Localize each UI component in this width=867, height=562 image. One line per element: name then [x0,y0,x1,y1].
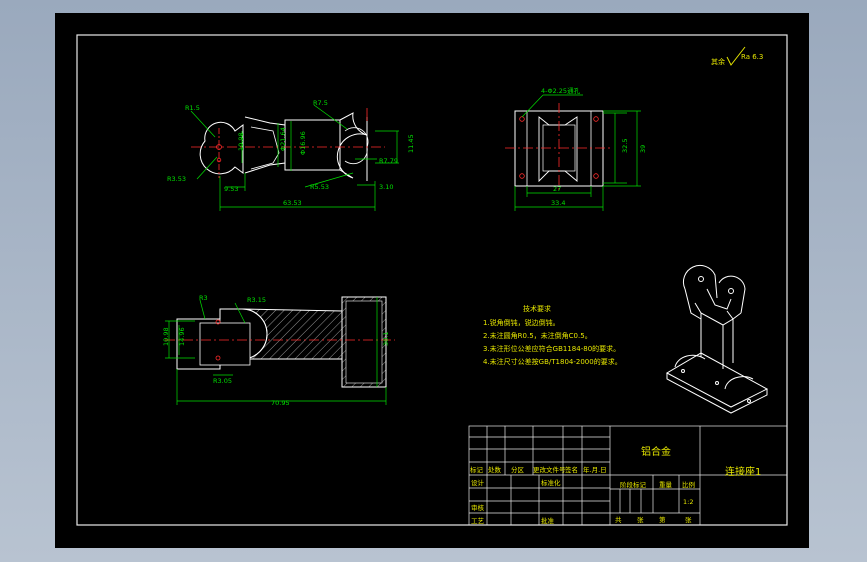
drawing-sheet: 其余 Ra 6.3 R1.5 R7.5 10.98 Φ21.64 Φ16.96 … [55,13,809,548]
roughness-symbol: 其余 Ra 6.3 [711,46,763,66]
inner-frame [76,34,788,526]
technical-requirements: 技术要求 1.锐角倒钝，锐边倒钝。 2.未注圆角R0.5，未注倒角C0.5。 3… [483,304,622,366]
sec-dim-h1: 10.98 [162,327,170,346]
roughness-note: 其余 [711,57,725,66]
tb-sheet-unit2: 张 [685,515,692,524]
tb-stage-mark: 阶段标记 [620,480,647,489]
tb-scale-value: 1:2 [683,498,693,506]
tb-row-standard: 标准化 [541,478,561,487]
sec-dim-flange: 30.1 [382,332,390,346]
top-dim-inner-w: 27 [553,185,561,193]
top-hole-label: 4-Φ2.25通孔 [541,86,581,95]
top-view: 4-Φ2.25通孔 32.5 39 27 33.4 [505,86,647,211]
tb-weight: 重量 [659,481,673,489]
dim-total: 63.53 [283,199,302,207]
sec-dim-total: 70.95 [271,399,290,407]
sec-dim-r1: R3 [199,294,208,302]
title-block: 标记 处数 分区 更改文件号 签名 年.月.日 设计 标准化 审核 工艺 批准 … [468,425,788,526]
tb-col-zone: 分区 [511,465,525,474]
tb-col-doc: 更改文件号 [533,465,566,474]
dim-r3: R3.53 [167,175,186,183]
dim-r5: R7.79 [379,157,398,165]
tb-scale: 比例 [682,480,695,489]
dim-dia-b: Φ16.96 [299,131,307,155]
dim-dia-a: Φ21.64 [279,127,287,151]
tb-row-check: 审核 [471,503,485,512]
tb-row-approve: 批准 [541,516,555,525]
dim-right: 11.45 [407,134,415,153]
tb-material: 铝合金 [641,445,671,458]
top-dim-outer-h: 39 [639,145,647,153]
drawing-canvas: 其余 Ra 6.3 R1.5 R7.5 10.98 Φ21.64 Φ16.96 … [76,34,788,526]
tech-req-item: 1.锐角倒钝，锐边倒钝。 [483,318,560,327]
dim-r2: R7.5 [313,99,328,107]
cad-viewport: 其余 Ra 6.3 R1.5 R7.5 10.98 Φ21.64 Φ16.96 … [0,0,867,562]
tb-col-sign: 签名 [565,465,578,474]
tb-part-name: 连接座1 [725,465,761,478]
dim-r4: R5.53 [310,183,329,191]
sec-dim-r3: R3.05 [213,377,232,385]
tb-sheet-unit: 张 [637,515,644,524]
tech-req-title: 技术要求 [523,304,551,313]
dim-vertical-small: 10.98 [237,132,245,151]
dim-small-right: 3.10 [379,183,393,191]
tech-req-item: 4.未注尺寸公差按GB/T1804-2000的要求。 [483,357,622,366]
sec-dim-h2: 14.96 [178,327,186,346]
tb-sheets-total: 共 [615,515,622,524]
front-view: R1.5 R7.5 10.98 Φ21.64 Φ16.96 11.45 R3.5… [167,99,415,211]
top-dim-inner-h: 32.5 [621,139,629,153]
roughness-value: Ra 6.3 [741,53,763,61]
tech-req-item: 2.未注圆角R0.5，未注倒角C0.5。 [483,331,592,340]
tb-row-process: 工艺 [471,517,485,525]
tb-row-design: 设计 [471,478,485,487]
tb-col-date: 年.月.日 [583,465,607,474]
tech-req-item: 3.未注形位公差应符合GB1184-80的要求。 [483,344,620,353]
top-dim-outer-w: 33.4 [551,199,565,207]
tb-sheet-no: 第 [659,515,666,524]
section-view: R3 R3.15 10.98 14.96 30.1 R3.05 70.95 [162,294,395,407]
dim-gap: 9.53 [224,185,238,193]
sec-dim-r2: R3.15 [247,296,266,304]
dim-r1: R1.5 [185,104,200,112]
tb-col-mark: 标记 [470,465,484,474]
tb-col-count: 处数 [488,465,502,474]
isometric-view [665,264,769,414]
